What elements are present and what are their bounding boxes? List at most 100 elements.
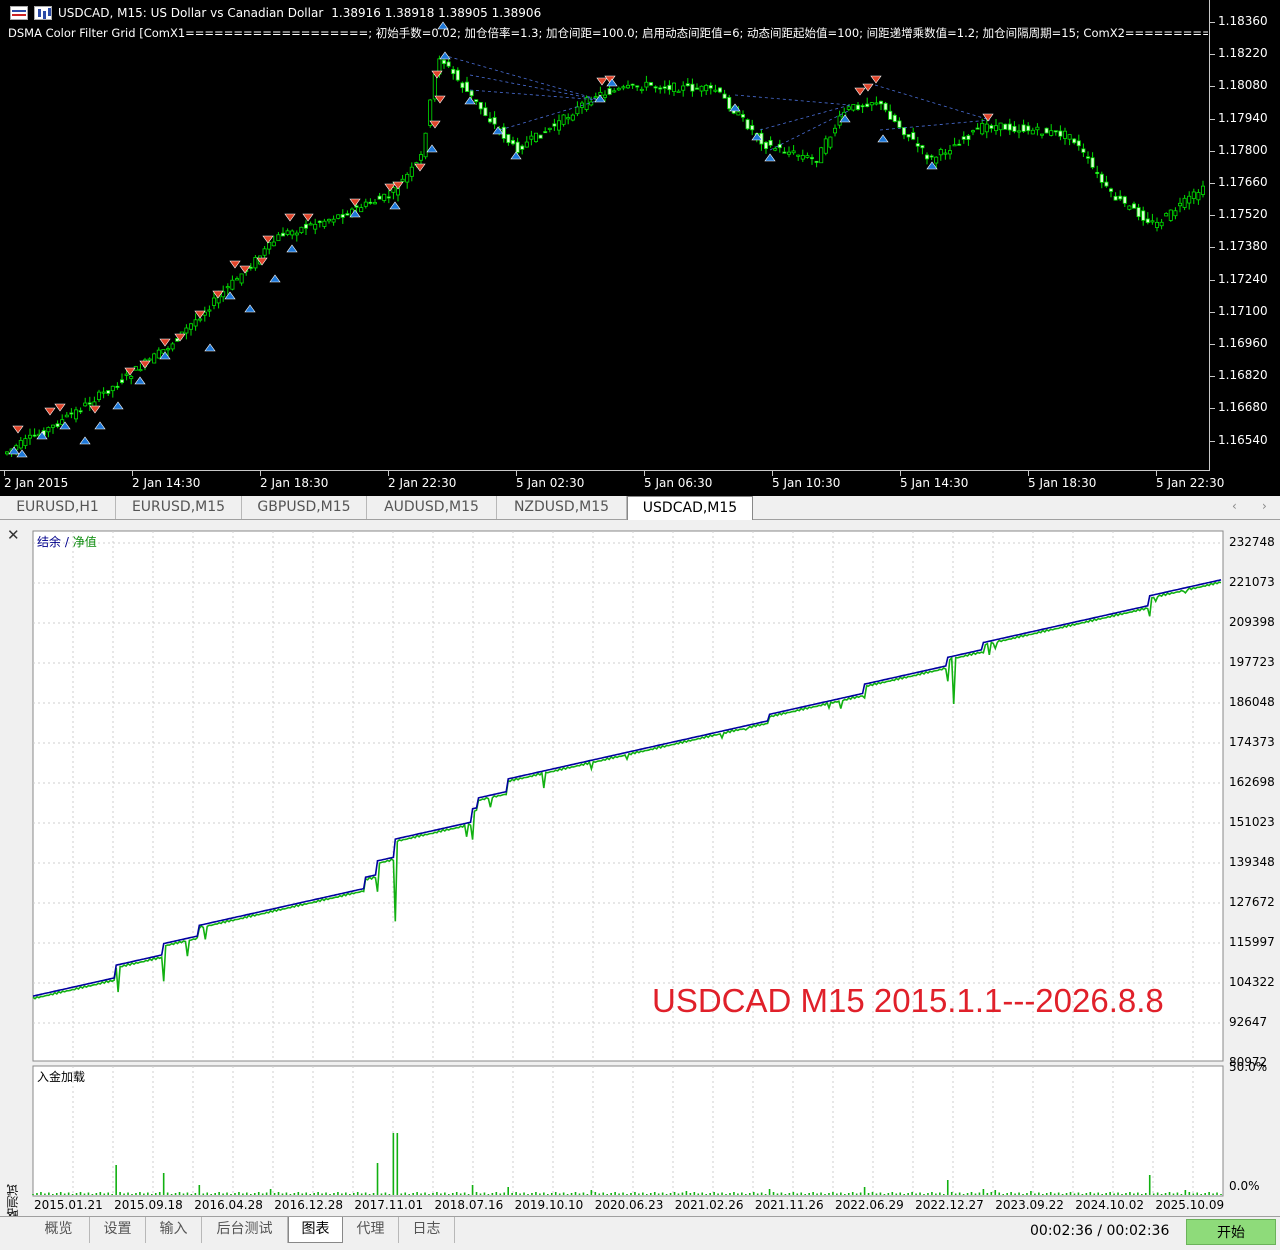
tab-eurusd-h1[interactable]: EURUSD,H1	[0, 496, 116, 519]
candle-body	[699, 85, 704, 92]
sell-arrow-icon	[54, 403, 66, 412]
tab-journal[interactable]: 日志	[399, 1217, 455, 1243]
candle-body	[92, 401, 97, 407]
tab-backtest[interactable]: 后台测试	[202, 1217, 288, 1243]
candle-body	[773, 148, 778, 151]
sell-arrow-icon	[596, 77, 608, 86]
tab-audusd-m15[interactable]: AUDUSD,M15	[367, 496, 497, 519]
candle-body	[455, 69, 460, 81]
candle-body	[658, 87, 663, 90]
tab-eurusd-m15[interactable]: EURUSD,M15	[116, 496, 242, 519]
candle-body	[984, 123, 989, 133]
candle-body	[639, 88, 644, 91]
candle-body	[1063, 130, 1068, 139]
deposit-load-title: 入金加载	[37, 1070, 86, 1084]
candle-body	[299, 226, 304, 233]
candle-body	[340, 214, 345, 218]
price-chart[interactable]: USDCAD, M15: US Dollar vs Canadian Dolla…	[0, 0, 1280, 496]
candle-body	[1035, 126, 1040, 131]
candle-body	[800, 155, 805, 160]
candle-body	[198, 318, 203, 321]
tab-overview[interactable]: 概览	[28, 1217, 90, 1243]
price-tick	[1210, 247, 1215, 249]
candle-body	[566, 117, 571, 120]
candle-body	[616, 87, 621, 91]
candle-body	[441, 59, 446, 65]
price-label: 1.17380	[1218, 239, 1268, 254]
equity-graph[interactable]	[28, 520, 1280, 1218]
candle-body	[280, 232, 285, 237]
candle-body	[791, 150, 796, 154]
candle-body	[207, 309, 212, 312]
price-tick	[1210, 22, 1215, 23]
price-label: 1.17940	[1218, 110, 1268, 125]
tab-usdcad-m15[interactable]: USDCAD,M15	[627, 496, 753, 520]
candle-body	[635, 85, 640, 88]
candle-body	[644, 81, 649, 88]
chart-type-icon[interactable]	[34, 6, 52, 20]
tab-settings[interactable]: 设置	[90, 1217, 146, 1243]
trade-arrows	[8, 21, 994, 458]
candle-body	[957, 143, 962, 146]
time-scale[interactable]: 2 Jan 2015 2 Jan 14:30 2 Jan 18:30 2 Jan 22…	[0, 470, 1224, 496]
candle-body	[51, 424, 56, 428]
candle-body	[681, 85, 686, 91]
tab-inputs[interactable]: 输入	[146, 1217, 202, 1243]
time-label: 2 Jan 22:30	[388, 476, 457, 490]
tab-graph[interactable]: 图表	[288, 1217, 343, 1243]
candle-body	[165, 348, 170, 351]
candle-body	[18, 440, 23, 449]
price-label: 1.16820	[1218, 368, 1268, 383]
candle-body	[262, 248, 267, 256]
tab-agents[interactable]: 代理	[343, 1217, 399, 1243]
tab-scroll-right-icon[interactable]: ›	[1262, 499, 1267, 513]
price-tick	[1210, 183, 1215, 184]
price-scale[interactable]: 1.18360 1.18220 1.18080 1.17940 1.17800 1.176…	[1209, 0, 1280, 470]
candle-body	[432, 74, 437, 100]
candle-body	[1086, 156, 1091, 159]
candle-body	[745, 119, 750, 130]
close-icon[interactable]: ✕	[7, 526, 20, 544]
date-label: 2021.11.26	[754, 1198, 824, 1212]
candle-body	[230, 279, 235, 290]
candle-body	[1040, 133, 1045, 136]
candle-body	[308, 223, 313, 226]
date-label: 2025.10.09	[1155, 1198, 1225, 1212]
time-label: 5 Jan 22:30	[1156, 476, 1225, 490]
candle-body	[1127, 205, 1132, 210]
start-button[interactable]: 开始	[1186, 1219, 1276, 1245]
candle-body	[138, 369, 143, 372]
time-label: 5 Jan 06:30	[644, 476, 713, 490]
candle-body	[1021, 124, 1026, 132]
tab-gbpusd-m15[interactable]: GBPUSD,M15	[242, 496, 367, 519]
price-label: 1.16960	[1218, 336, 1268, 350]
symbol-info: USDCAD, M15: US Dollar vs Canadian Dolla…	[58, 6, 324, 20]
candle-body	[787, 151, 792, 155]
candle-body	[515, 141, 520, 153]
candle-body	[552, 123, 557, 127]
candle-body	[1136, 207, 1141, 218]
candlestick-plot[interactable]	[0, 0, 1210, 470]
tab-nzdusd-m15[interactable]: NZDUSD,M15	[497, 496, 627, 519]
candle-body	[354, 205, 359, 208]
sell-arrow-icon	[870, 75, 882, 84]
candle-body	[101, 391, 106, 394]
buy-arrow-icon	[204, 343, 216, 352]
equity-y-label: 104322	[1229, 975, 1275, 989]
tab-scroll-left-icon[interactable]: ‹	[1232, 499, 1237, 513]
candle-body	[704, 84, 709, 92]
candle-body	[529, 135, 534, 140]
candle-body	[685, 83, 690, 87]
grid-link-line	[469, 74, 601, 101]
candle-body	[147, 358, 152, 361]
price-label: 1.17800	[1218, 142, 1268, 157]
candle-body	[1095, 171, 1100, 174]
candle-body	[925, 154, 930, 160]
price-tick	[1210, 54, 1215, 56]
candle-body	[1099, 173, 1104, 183]
candle-body	[55, 423, 60, 428]
buy-arrow-icon	[79, 436, 91, 445]
candle-body	[170, 343, 175, 350]
date-label: 2019.10.10	[514, 1198, 584, 1212]
candle-body	[814, 160, 819, 163]
